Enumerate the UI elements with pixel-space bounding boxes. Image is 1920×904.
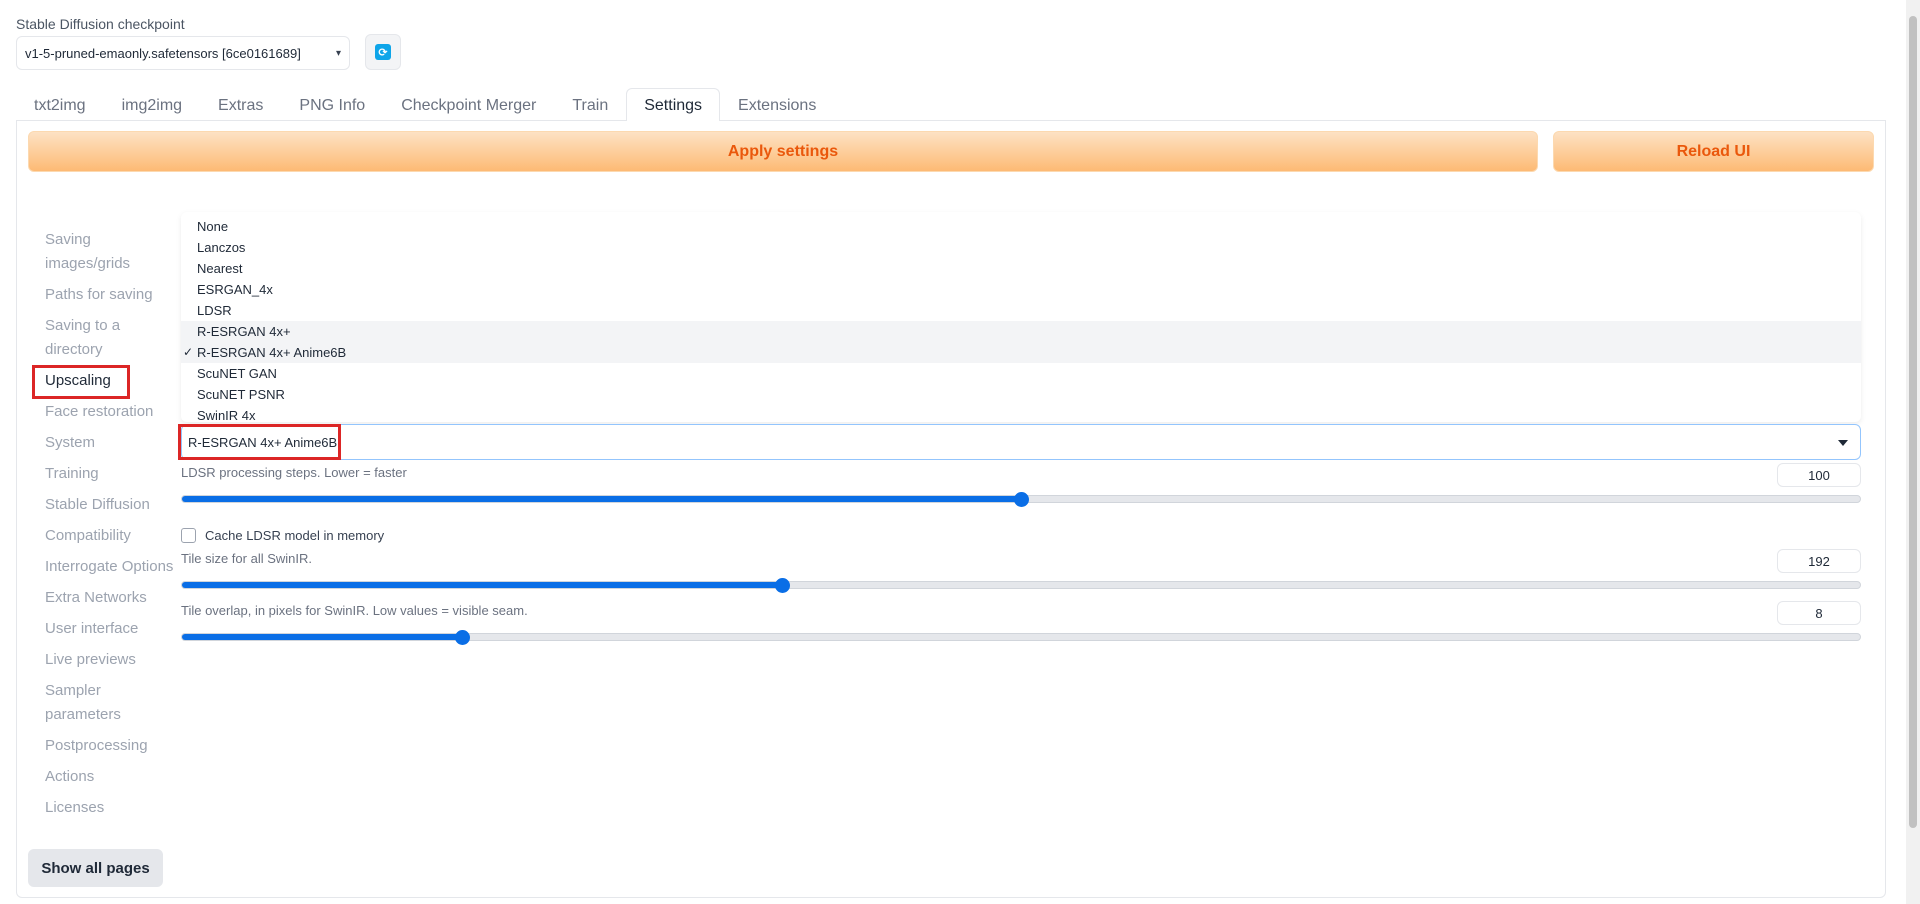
swinir-tile-label: Tile size for all SwinIR. [181, 551, 312, 566]
cache-ldsr-label: Cache LDSR model in memory [205, 528, 385, 543]
sidebar-item-stable-diffusion[interactable]: Stable Diffusion [45, 493, 175, 517]
upscaler-option-selected[interactable]: ✓ R-ESRGAN 4x+ Anime6B [181, 342, 1861, 363]
checkpoint-select[interactable]: v1-5-pruned-emaonly.safetensors [6ce0161… [16, 36, 350, 70]
sidebar-item-paths[interactable]: Paths for saving [45, 283, 175, 307]
apply-settings-button[interactable]: Apply settings [28, 131, 1538, 172]
upscaler-option[interactable]: LDSR [181, 300, 1861, 321]
tab-train[interactable]: Train [554, 88, 626, 120]
show-all-pages-button[interactable]: Show all pages [28, 849, 163, 887]
sidebar-item-compatibility[interactable]: Compatibility [45, 524, 175, 548]
sidebar-item-training[interactable]: Training [45, 462, 175, 486]
sidebar-item-actions[interactable]: Actions [45, 765, 175, 789]
cache-ldsr-checkbox[interactable] [181, 528, 196, 543]
sidebar-item-system[interactable]: System [45, 431, 175, 455]
swinir-overlap-label: Tile overlap, in pixels for SwinIR. Low … [181, 603, 528, 618]
sidebar-item-licenses[interactable]: Licenses [45, 796, 175, 820]
upscaler-option[interactable]: None [181, 216, 1861, 237]
tab-checkpoint-merger[interactable]: Checkpoint Merger [383, 88, 554, 120]
upscaler-dropdown-input[interactable]: R-ESRGAN 4x+ Anime6B [181, 424, 1861, 460]
checkpoint-label: Stable Diffusion checkpoint [16, 16, 185, 32]
sidebar-item-user-interface[interactable]: User interface [45, 617, 175, 641]
dropdown-caret-icon [1838, 440, 1848, 446]
ldsr-steps-slider-thumb[interactable] [1014, 492, 1029, 507]
swinir-overlap-number[interactable]: 8 [1777, 601, 1861, 625]
upscaler-option[interactable]: Lanczos [181, 237, 1861, 258]
sidebar-item-postprocessing[interactable]: Postprocessing [45, 734, 175, 758]
swinir-overlap-slider[interactable] [181, 633, 1861, 641]
tab-extensions[interactable]: Extensions [720, 88, 834, 120]
ldsr-steps-label: LDSR processing steps. Lower = faster [181, 465, 407, 480]
sidebar-item-interrogate[interactable]: Interrogate Options [45, 555, 175, 579]
upscaler-option-label: R-ESRGAN 4x+ Anime6B [197, 345, 347, 360]
ldsr-steps-number[interactable]: 100 [1777, 463, 1861, 487]
sidebar-item-saving-images[interactable]: Saving images/grids [45, 228, 175, 276]
slider-fill [182, 634, 463, 640]
page-scrollbar-thumb[interactable] [1909, 16, 1917, 828]
check-icon: ✓ [183, 345, 194, 359]
reload-ui-button[interactable]: Reload UI [1553, 131, 1874, 172]
tab-img2img[interactable]: img2img [104, 88, 200, 120]
chevron-down-icon: ▾ [335, 47, 341, 59]
refresh-icon: ⟳ [375, 44, 391, 60]
upscaler-option[interactable]: Nearest [181, 258, 1861, 279]
sidebar-item-saving-directory[interactable]: Saving to a directory [45, 314, 175, 362]
tab-png-info[interactable]: PNG Info [281, 88, 383, 120]
upscaler-option[interactable]: ScuNET GAN [181, 363, 1861, 384]
sidebar-item-extra-networks[interactable]: Extra Networks [45, 586, 175, 610]
checkpoint-value: v1-5-pruned-emaonly.safetensors [6ce0161… [25, 45, 301, 61]
sidebar-item-face-restoration[interactable]: Face restoration [45, 400, 175, 424]
upscaler-options-list: None Lanczos Nearest ESRGAN_4x LDSR R-ES… [181, 212, 1861, 423]
tab-settings[interactable]: Settings [626, 88, 721, 121]
sidebar-item-live-previews[interactable]: Live previews [45, 648, 175, 672]
tab-bar: txt2img img2img Extras PNG Info Checkpoi… [16, 88, 834, 121]
slider-fill [182, 582, 783, 588]
refresh-checkpoint-button[interactable]: ⟳ [365, 34, 401, 70]
sidebar-item-sampler-parameters[interactable]: Sampler parameters [45, 679, 175, 727]
upscaler-option[interactable]: ESRGAN_4x [181, 279, 1861, 300]
highlight-upscaling [32, 365, 130, 399]
swinir-tile-slider[interactable] [181, 581, 1861, 589]
highlight-selected-upscaler [178, 424, 341, 460]
swinir-tile-number[interactable]: 192 [1777, 549, 1861, 573]
tab-extras[interactable]: Extras [200, 88, 281, 120]
swinir-overlap-slider-thumb[interactable] [454, 630, 470, 645]
slider-fill [182, 496, 1021, 502]
settings-sidebar: Saving images/grids Paths for saving Sav… [45, 228, 175, 827]
upscaler-option[interactable]: R-ESRGAN 4x+ [181, 321, 1861, 342]
upscaler-option[interactable]: SwinIR 4x [181, 405, 1861, 426]
upscaler-option[interactable]: ScuNET PSNR [181, 384, 1861, 405]
tab-txt2img[interactable]: txt2img [16, 88, 104, 120]
